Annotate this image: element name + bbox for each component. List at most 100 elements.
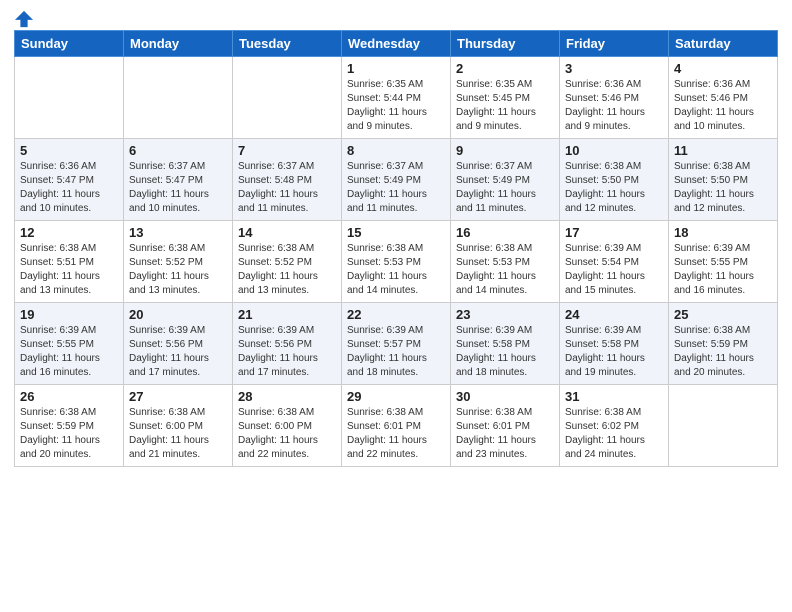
calendar-week-row: 5 Sunrise: 6:36 AM Sunset: 5:47 PM Daylig… <box>15 139 778 221</box>
calendar-cell <box>669 385 778 467</box>
calendar-cell: 23Sunrise: 6:39 AM Sunset: 5:58 PM Dayli… <box>451 303 560 385</box>
day-info: Sunrise: 6:39 AM Sunset: 5:57 PM Dayligh… <box>347 324 445 380</box>
day-info: Sunrise: 6:36 AM Sunset: 5:47 PM Dayligh… <box>20 160 118 216</box>
weekday-header-tuesday: Tuesday <box>233 31 342 57</box>
day-number: 21 <box>238 307 336 322</box>
calendar-cell <box>233 57 342 139</box>
day-info: Sunrise: 6:38 AM Sunset: 5:52 PM Dayligh… <box>238 242 336 298</box>
calendar-cell <box>15 57 124 139</box>
day-info: Sunrise: 6:39 AM Sunset: 5:54 PM Dayligh… <box>565 242 663 298</box>
calendar-cell: 10Sunrise: 6:38 AM Sunset: 5:50 PM Dayli… <box>560 139 669 221</box>
day-number: 27 <box>129 389 227 404</box>
day-info: Sunrise: 6:37 AM Sunset: 5:49 PM Dayligh… <box>456 160 554 216</box>
day-info: Sunrise: 6:38 AM Sunset: 5:59 PM Dayligh… <box>674 324 772 380</box>
weekday-header-saturday: Saturday <box>669 31 778 57</box>
weekday-header-monday: Monday <box>124 31 233 57</box>
logo-icon <box>15 10 33 28</box>
day-info: Sunrise: 6:38 AM Sunset: 5:50 PM Dayligh… <box>674 160 772 216</box>
day-number: 19 <box>20 307 118 322</box>
day-number: 4 <box>674 61 772 76</box>
weekday-header-wednesday: Wednesday <box>342 31 451 57</box>
day-number: 31 <box>565 389 663 404</box>
day-number: 12 <box>20 225 118 240</box>
weekday-header-row: SundayMondayTuesdayWednesdayThursdayFrid… <box>15 31 778 57</box>
day-number: 1 <box>347 61 445 76</box>
calendar-cell: 4 Sunrise: 6:36 AM Sunset: 5:46 PM Daylig… <box>669 57 778 139</box>
calendar-cell: 25 Sunrise: 6:38 AM Sunset: 5:59 PM Dayli… <box>669 303 778 385</box>
day-info: Sunrise: 6:39 AM Sunset: 5:55 PM Dayligh… <box>674 242 772 298</box>
day-info: Sunrise: 6:39 AM Sunset: 5:58 PM Dayligh… <box>565 324 663 380</box>
calendar-cell: 5 Sunrise: 6:36 AM Sunset: 5:47 PM Daylig… <box>15 139 124 221</box>
weekday-header-thursday: Thursday <box>451 31 560 57</box>
calendar-cell: 24 Sunrise: 6:39 AM Sunset: 5:58 PM Dayli… <box>560 303 669 385</box>
day-info: Sunrise: 6:36 AM Sunset: 5:46 PM Dayligh… <box>674 78 772 134</box>
calendar-cell <box>124 57 233 139</box>
weekday-header-sunday: Sunday <box>15 31 124 57</box>
calendar-table: SundayMondayTuesdayWednesdayThursdayFrid… <box>14 30 778 467</box>
calendar-week-row: 1 Sunrise: 6:35 AM Sunset: 5:44 PM Daylig… <box>15 57 778 139</box>
day-info: Sunrise: 6:37 AM Sunset: 5:49 PM Dayligh… <box>347 160 445 216</box>
day-number: 16 <box>456 225 554 240</box>
calendar-week-row: 12 Sunrise: 6:38 AM Sunset: 5:51 PM Dayli… <box>15 221 778 303</box>
page-container: SundayMondayTuesdayWednesdayThursdayFrid… <box>0 0 792 473</box>
day-number: 13 <box>129 225 227 240</box>
day-number: 9 <box>456 143 554 158</box>
day-info: Sunrise: 6:38 AM Sunset: 5:52 PM Dayligh… <box>129 242 227 298</box>
day-info: Sunrise: 6:38 AM Sunset: 5:51 PM Dayligh… <box>20 242 118 298</box>
day-number: 23 <box>456 307 554 322</box>
calendar-cell: 27 Sunrise: 6:38 AM Sunset: 6:00 PM Dayli… <box>124 385 233 467</box>
header <box>14 10 778 26</box>
day-info: Sunrise: 6:38 AM Sunset: 6:02 PM Dayligh… <box>565 406 663 462</box>
calendar-week-row: 19Sunrise: 6:39 AM Sunset: 5:55 PM Dayli… <box>15 303 778 385</box>
day-info: Sunrise: 6:37 AM Sunset: 5:48 PM Dayligh… <box>238 160 336 216</box>
day-number: 3 <box>565 61 663 76</box>
day-number: 6 <box>129 143 227 158</box>
day-info: Sunrise: 6:38 AM Sunset: 5:59 PM Dayligh… <box>20 406 118 462</box>
day-number: 20 <box>129 307 227 322</box>
calendar-cell: 30 Sunrise: 6:38 AM Sunset: 6:01 PM Dayli… <box>451 385 560 467</box>
day-info: Sunrise: 6:37 AM Sunset: 5:47 PM Dayligh… <box>129 160 227 216</box>
calendar-cell: 2Sunrise: 6:35 AM Sunset: 5:45 PM Daylig… <box>451 57 560 139</box>
calendar-cell: 28 Sunrise: 6:38 AM Sunset: 6:00 PM Dayli… <box>233 385 342 467</box>
calendar-cell: 29Sunrise: 6:38 AM Sunset: 6:01 PM Dayli… <box>342 385 451 467</box>
calendar-cell: 8 Sunrise: 6:37 AM Sunset: 5:49 PM Daylig… <box>342 139 451 221</box>
calendar-cell: 15 Sunrise: 6:38 AM Sunset: 5:53 PM Dayli… <box>342 221 451 303</box>
calendar-cell: 16 Sunrise: 6:38 AM Sunset: 5:53 PM Dayli… <box>451 221 560 303</box>
calendar-cell: 17 Sunrise: 6:39 AM Sunset: 5:54 PM Dayli… <box>560 221 669 303</box>
day-info: Sunrise: 6:38 AM Sunset: 5:53 PM Dayligh… <box>456 242 554 298</box>
calendar-week-row: 26 Sunrise: 6:38 AM Sunset: 5:59 PM Dayli… <box>15 385 778 467</box>
day-number: 11 <box>674 143 772 158</box>
weekday-header-friday: Friday <box>560 31 669 57</box>
calendar-cell: 13 Sunrise: 6:38 AM Sunset: 5:52 PM Dayli… <box>124 221 233 303</box>
day-info: Sunrise: 6:38 AM Sunset: 6:01 PM Dayligh… <box>347 406 445 462</box>
calendar-cell: 6 Sunrise: 6:37 AM Sunset: 5:47 PM Daylig… <box>124 139 233 221</box>
day-number: 30 <box>456 389 554 404</box>
day-info: Sunrise: 6:38 AM Sunset: 6:00 PM Dayligh… <box>129 406 227 462</box>
day-number: 14 <box>238 225 336 240</box>
day-info: Sunrise: 6:35 AM Sunset: 5:44 PM Dayligh… <box>347 78 445 134</box>
day-number: 17 <box>565 225 663 240</box>
day-number: 5 <box>20 143 118 158</box>
calendar-cell: 7Sunrise: 6:37 AM Sunset: 5:48 PM Daylig… <box>233 139 342 221</box>
calendar-cell: 19Sunrise: 6:39 AM Sunset: 5:55 PM Dayli… <box>15 303 124 385</box>
calendar-cell: 3Sunrise: 6:36 AM Sunset: 5:46 PM Daylig… <box>560 57 669 139</box>
calendar-cell: 21Sunrise: 6:39 AM Sunset: 5:56 PM Dayli… <box>233 303 342 385</box>
calendar-cell: 9 Sunrise: 6:37 AM Sunset: 5:49 PM Daylig… <box>451 139 560 221</box>
day-info: Sunrise: 6:38 AM Sunset: 6:01 PM Dayligh… <box>456 406 554 462</box>
day-info: Sunrise: 6:38 AM Sunset: 5:53 PM Dayligh… <box>347 242 445 298</box>
day-info: Sunrise: 6:38 AM Sunset: 6:00 PM Dayligh… <box>238 406 336 462</box>
day-info: Sunrise: 6:38 AM Sunset: 5:50 PM Dayligh… <box>565 160 663 216</box>
day-number: 24 <box>565 307 663 322</box>
calendar-cell: 18Sunrise: 6:39 AM Sunset: 5:55 PM Dayli… <box>669 221 778 303</box>
calendar-cell: 1 Sunrise: 6:35 AM Sunset: 5:44 PM Daylig… <box>342 57 451 139</box>
calendar-cell: 26 Sunrise: 6:38 AM Sunset: 5:59 PM Dayli… <box>15 385 124 467</box>
calendar-cell: 20Sunrise: 6:39 AM Sunset: 5:56 PM Dayli… <box>124 303 233 385</box>
day-number: 26 <box>20 389 118 404</box>
day-number: 25 <box>674 307 772 322</box>
day-number: 2 <box>456 61 554 76</box>
day-number: 15 <box>347 225 445 240</box>
day-number: 22 <box>347 307 445 322</box>
day-number: 8 <box>347 143 445 158</box>
calendar-cell: 11 Sunrise: 6:38 AM Sunset: 5:50 PM Dayli… <box>669 139 778 221</box>
day-number: 28 <box>238 389 336 404</box>
